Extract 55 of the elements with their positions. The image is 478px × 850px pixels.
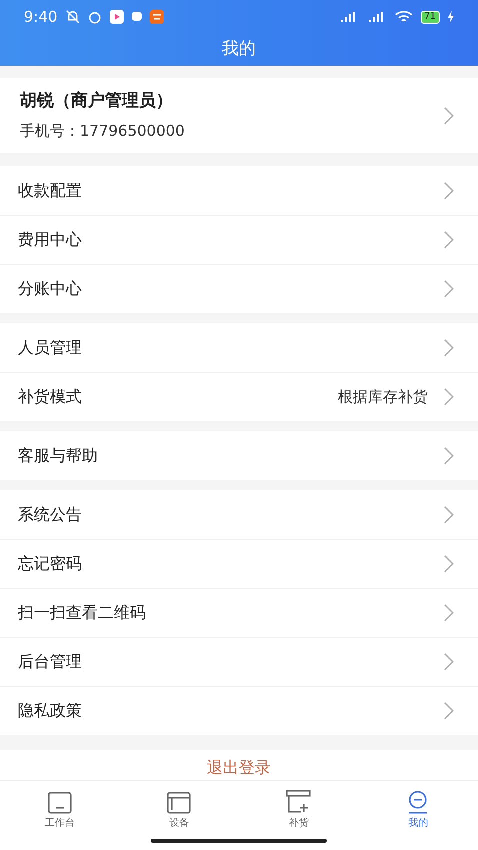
chevron-right-icon	[444, 280, 454, 298]
chevron-right-icon	[444, 388, 454, 406]
charging-icon	[448, 11, 454, 23]
menu-item[interactable]: 客服与帮助	[0, 431, 478, 480]
chevron-right-icon	[444, 604, 454, 622]
menu-label: 忘记密码	[18, 553, 83, 575]
menu-label: 费用中心	[18, 229, 83, 251]
chevron-right-icon	[444, 182, 454, 200]
page-title: 我的	[222, 38, 256, 62]
panel-icon	[167, 792, 192, 814]
profile-card[interactable]: 胡锐（商户管理员） 手机号：17796500000	[0, 78, 478, 153]
tab-item[interactable]: 我的	[358, 781, 478, 831]
box-plus-icon	[286, 790, 312, 814]
menu-item[interactable]: 补货模式 根据库存补货	[0, 372, 478, 421]
menu-item[interactable]: 后台管理	[0, 637, 478, 686]
chevron-right-icon	[444, 506, 454, 524]
menu-label: 后台管理	[18, 651, 83, 673]
menu-label: 收款配置	[18, 180, 83, 202]
logout-button[interactable]: 退出登录	[207, 758, 271, 780]
menu-item[interactable]: 隐私政策	[0, 686, 478, 735]
chevron-right-icon	[444, 653, 454, 671]
chevron-right-icon	[444, 231, 454, 249]
chevron-right-icon	[444, 446, 454, 464]
user-phone: 手机号：17796500000	[20, 121, 186, 142]
chevron-right-icon	[444, 106, 454, 124]
menu-label: 客服与帮助	[18, 444, 99, 466]
chevron-right-icon	[444, 338, 454, 356]
monitor-icon	[48, 792, 72, 814]
menu-value: 根据库存补货	[338, 386, 428, 408]
chevron-right-icon	[444, 555, 454, 573]
wifi-icon	[394, 10, 413, 24]
menu-label: 扫一扫查看二维码	[18, 602, 147, 624]
chevron-right-icon	[444, 702, 454, 720]
tab-item[interactable]: 工作台	[0, 781, 120, 831]
menu-item[interactable]: 忘记密码	[0, 539, 478, 588]
menu-label: 人员管理	[18, 336, 83, 358]
menu-item[interactable]: 人员管理	[0, 323, 478, 372]
bell-off-icon	[66, 10, 80, 24]
menu-item[interactable]: 收款配置	[0, 166, 478, 215]
battery-indicator: 71	[420, 10, 440, 24]
menu-label: 分账中心	[18, 278, 83, 300]
status-time: 9:40	[24, 6, 58, 28]
app-icon	[110, 10, 124, 24]
tab-item[interactable]: 补货	[239, 781, 358, 831]
menu-label: 补货模式	[18, 386, 83, 408]
alarm-icon	[88, 10, 102, 24]
menu-item[interactable]: 费用中心	[0, 215, 478, 264]
user-name: 胡锐（商户管理员）	[20, 90, 174, 112]
tab-item[interactable]: 设备	[120, 781, 239, 831]
menu-item[interactable]: 扫一扫查看二维码	[0, 588, 478, 637]
menu-item[interactable]: 分账中心	[0, 264, 478, 313]
app-icon	[150, 10, 164, 24]
menu-label: 系统公告	[18, 504, 83, 526]
menu-item[interactable]: 系统公告	[0, 490, 478, 539]
menu-label: 隐私政策	[18, 700, 83, 722]
